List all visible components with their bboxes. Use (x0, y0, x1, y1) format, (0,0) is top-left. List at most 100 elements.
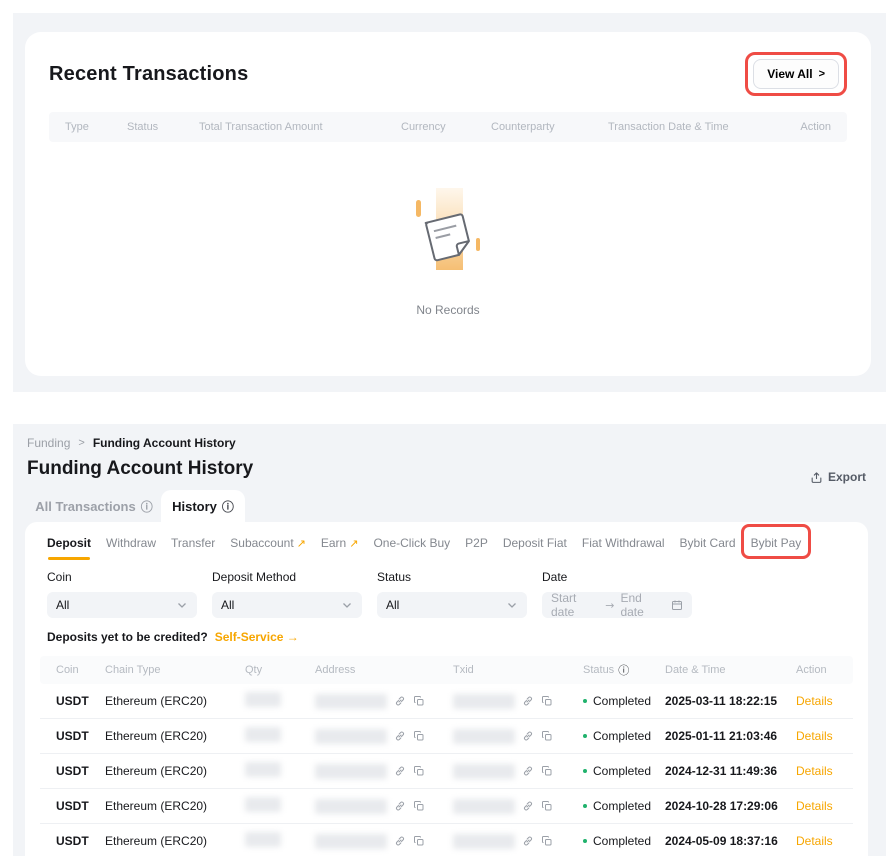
link-icon[interactable] (522, 800, 534, 812)
redacted-qty (245, 832, 281, 847)
cell-address (315, 834, 453, 849)
link-icon[interactable] (522, 835, 534, 847)
recent-transactions-card: Recent Transactions View All > TypeStatu… (25, 32, 871, 376)
self-service-label: Self-Service (215, 630, 284, 644)
filter-label: Deposit Method (212, 570, 362, 584)
recent-transactions-title: Recent Transactions (49, 63, 248, 86)
cell-status: Completed (583, 799, 665, 813)
filter-deposit-method: Deposit Method All (212, 570, 362, 618)
copy-icon[interactable] (541, 695, 553, 707)
details-link[interactable]: Details (796, 799, 833, 813)
history-subtab[interactable]: P2P (465, 536, 488, 550)
deposit-method-select[interactable]: All (212, 592, 362, 618)
cell-action: Details (796, 799, 837, 813)
subtab-label: Earn (321, 536, 346, 550)
subtab-label: Bybit Card (680, 536, 736, 550)
copy-icon[interactable] (413, 730, 425, 742)
cell-chain-type: Ethereum (ERC20) (105, 694, 245, 708)
selected-value: All (386, 598, 506, 612)
details-link[interactable]: Details (796, 834, 833, 848)
tab-history[interactable]: History ⓘ (161, 490, 245, 522)
column-header: Action (796, 664, 837, 676)
link-icon[interactable] (522, 765, 534, 777)
redacted-qty (245, 692, 281, 707)
filter-status: Status All (377, 570, 527, 618)
history-subtabs: Deposit Withdraw Transfer (25, 522, 868, 564)
end-date-placeholder: End date (620, 591, 665, 619)
recent-transactions-section: Recent Transactions View All > TypeStatu… (13, 13, 886, 392)
column-header: Counterparty (491, 121, 608, 133)
cell-datetime: 2024-05-09 18:37:16 (665, 834, 796, 848)
cell-coin: USDT (56, 764, 105, 778)
date-range-input[interactable]: Start date → End date (542, 592, 692, 618)
copy-icon[interactable] (413, 765, 425, 777)
details-link[interactable]: Details (796, 729, 833, 743)
cell-qty (245, 832, 315, 850)
history-subtab[interactable]: One-Click Buy (373, 536, 450, 550)
tab-label: History (172, 499, 217, 514)
column-label: Chain Type (105, 664, 160, 676)
copy-icon[interactable] (541, 835, 553, 847)
funding-history-section: Funding > Funding Account History Fundin… (13, 424, 886, 856)
details-link[interactable]: Details (796, 764, 833, 778)
column-header: Address (315, 664, 453, 676)
cell-action: Details (796, 764, 837, 778)
history-subtab[interactable]: Deposit Fiat (503, 536, 567, 550)
copy-icon[interactable] (413, 800, 425, 812)
link-icon[interactable] (522, 730, 534, 742)
link-icon[interactable] (394, 800, 406, 812)
info-icon[interactable]: ⓘ (141, 498, 153, 515)
history-subtab[interactable]: Bybit Card (680, 536, 736, 550)
copy-icon[interactable] (541, 800, 553, 812)
copy-icon[interactable] (413, 835, 425, 847)
chevron-down-icon (341, 599, 353, 611)
copy-icon[interactable] (413, 695, 425, 707)
info-icon[interactable]: ⓘ (618, 662, 629, 678)
history-subtab[interactable]: Transfer (171, 536, 215, 550)
link-icon[interactable] (522, 695, 534, 707)
breadcrumb-separator-icon: > (78, 437, 84, 449)
redacted-address (315, 729, 387, 744)
status-dot-icon (583, 839, 587, 843)
main-tabs: All Transactions ⓘ History ⓘ (27, 490, 245, 522)
link-icon[interactable] (394, 730, 406, 742)
chevron-down-icon (176, 599, 188, 611)
link-icon[interactable] (394, 695, 406, 707)
cell-address (315, 799, 453, 814)
tab-all-transactions[interactable]: All Transactions ⓘ (27, 490, 161, 522)
chevron-right-icon: > (819, 68, 825, 80)
deposit-history-table: Coin Chain Type Qty (40, 656, 853, 856)
link-icon[interactable] (394, 835, 406, 847)
column-header: Qty (245, 664, 315, 676)
coin-select[interactable]: All (47, 592, 197, 618)
no-records-illustration (400, 186, 496, 291)
export-button[interactable]: Export (810, 470, 866, 484)
subtab-label: Subaccount (230, 536, 293, 550)
details-link[interactable]: Details (796, 694, 833, 708)
column-label: Txid (453, 664, 474, 676)
status-select[interactable]: All (377, 592, 527, 618)
copy-icon[interactable] (541, 765, 553, 777)
history-subtab[interactable]: Bybit Pay (751, 536, 802, 550)
column-header: Status (127, 121, 199, 133)
cell-chain-type: Ethereum (ERC20) (105, 764, 245, 778)
cell-chain-type: Ethereum (ERC20) (105, 834, 245, 848)
view-all-button[interactable]: View All > (753, 59, 839, 89)
copy-icon[interactable] (541, 730, 553, 742)
cell-txid (453, 729, 583, 744)
info-icon[interactable]: ⓘ (222, 498, 234, 515)
breadcrumb-funding[interactable]: Funding (27, 436, 70, 450)
history-subtab[interactable]: Earn ↗ (321, 536, 359, 550)
page-title: Funding Account History (27, 458, 253, 480)
link-icon[interactable] (394, 765, 406, 777)
column-header: Txid (453, 664, 583, 676)
self-service-link[interactable]: Self-Service → (215, 630, 299, 644)
breadcrumb: Funding > Funding Account History (27, 436, 236, 450)
history-subtab[interactable]: Withdraw (106, 536, 156, 550)
cell-status: Completed (583, 764, 665, 778)
history-subtab[interactable]: Deposit (47, 536, 91, 550)
start-date-placeholder: Start date (551, 591, 599, 619)
history-subtab[interactable]: Subaccount ↗ (230, 536, 306, 550)
history-subtab[interactable]: Fiat Withdrawal (582, 536, 665, 550)
cell-status: Completed (583, 834, 665, 848)
